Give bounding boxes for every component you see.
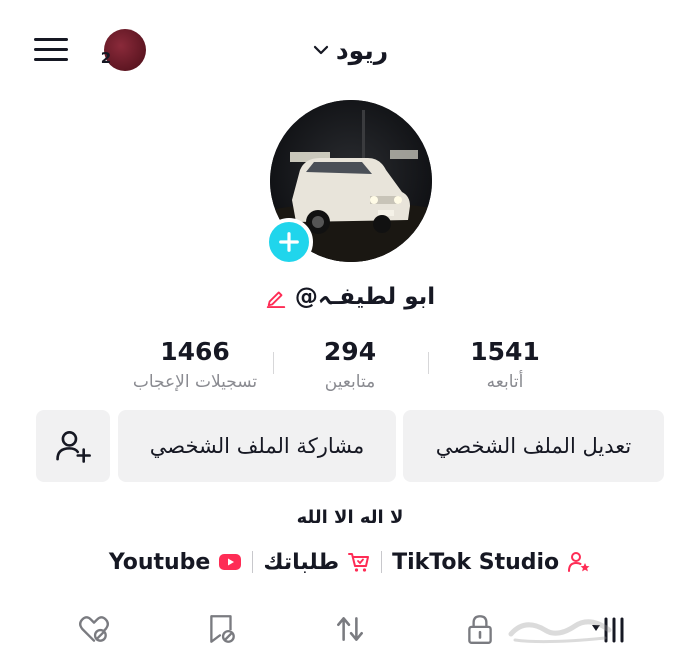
orders-link[interactable]: طلباتك <box>263 550 371 575</box>
add-friend-button[interactable] <box>36 410 110 482</box>
tiktok-studio-link[interactable]: TikTok Studio <box>392 550 591 575</box>
tiktok-studio-label: TikTok Studio <box>392 549 560 575</box>
stat-following[interactable]: 1541 أتابعه <box>420 336 590 392</box>
likes-label: تسجيلات الإعجاب <box>132 372 258 392</box>
tab-reposts[interactable] <box>330 608 370 650</box>
profile-links: Youtube طلباتك TikTok Studio <box>80 542 620 582</box>
add-story-button[interactable] <box>265 218 313 266</box>
stat-likes[interactable]: 1466 تسجيلات الإعجاب <box>110 336 280 392</box>
hamburger-line <box>34 38 68 41</box>
liked-icon <box>79 616 109 642</box>
hamburger-line <box>34 48 68 51</box>
share-profile-button[interactable]: مشاركة الملف الشخصي <box>118 410 396 482</box>
watermark-logo <box>508 619 612 644</box>
orders-label: طلباتك <box>263 549 340 575</box>
tab-favorites[interactable] <box>202 608 242 650</box>
likes-count: 1466 <box>160 337 230 366</box>
following-count: 1541 <box>470 337 540 366</box>
username-title: ريود <box>335 35 389 65</box>
favorites-icon <box>210 615 235 643</box>
pencil-icon[interactable] <box>265 286 287 308</box>
youtube-link[interactable]: Youtube <box>109 550 243 575</box>
lock-icon <box>468 615 492 644</box>
following-label: أتابعه <box>486 372 524 392</box>
user-plus-icon <box>56 431 91 463</box>
notification-count: 2 <box>100 49 112 67</box>
tab-private[interactable] <box>460 608 500 650</box>
hamburger-line <box>34 58 68 61</box>
link-separator <box>381 551 383 573</box>
user-star-icon <box>568 552 590 572</box>
youtube-label: Youtube <box>108 549 211 575</box>
repost-icon <box>337 617 363 641</box>
menu-button[interactable] <box>34 36 68 64</box>
handle-row: @ابو لطيفـہ <box>200 280 500 314</box>
stat-followers[interactable]: 294 متابعين <box>265 336 435 392</box>
profile-handle: @ابو لطيفـہ <box>294 284 436 310</box>
cart-icon <box>348 553 370 572</box>
link-separator <box>252 551 254 573</box>
chevron-down-icon <box>313 45 328 55</box>
account-switcher[interactable]: ريود <box>290 32 410 68</box>
followers-label: متابعين <box>324 372 376 392</box>
edit-profile-button[interactable]: تعديل الملف الشخصي <box>403 410 664 482</box>
plus-icon <box>279 232 299 252</box>
tab-liked[interactable] <box>74 608 114 650</box>
followers-count: 294 <box>323 337 377 366</box>
profile-bio: لا اله الا الله <box>296 507 404 528</box>
youtube-icon <box>219 554 242 570</box>
